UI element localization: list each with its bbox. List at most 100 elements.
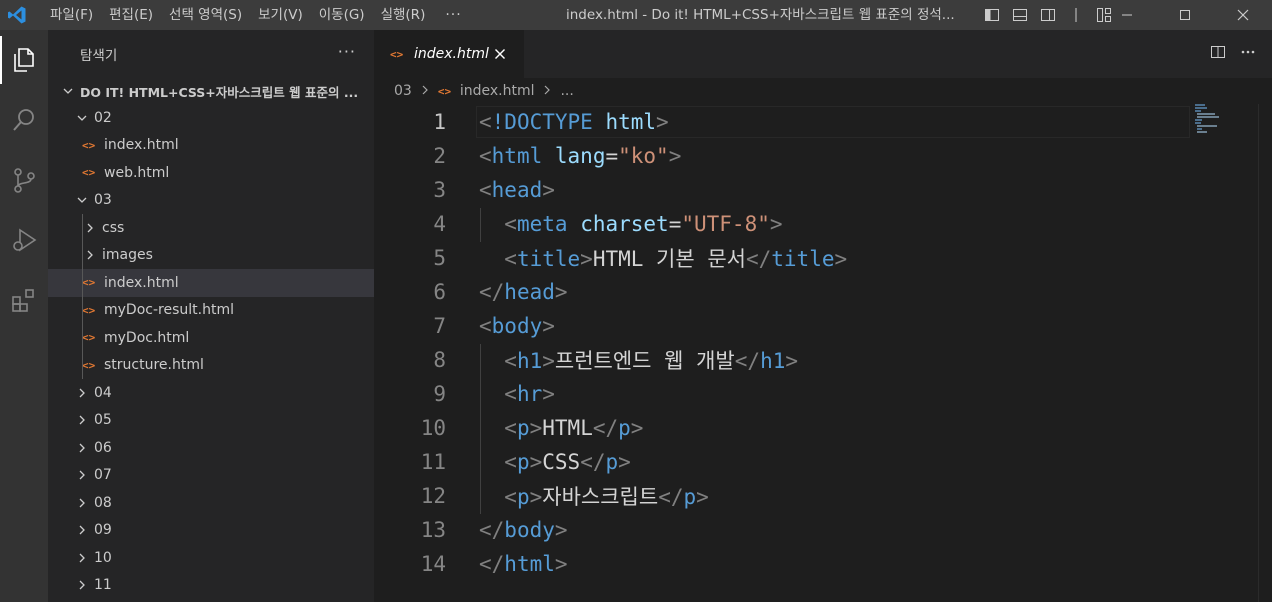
folder-04[interactable]: 04 xyxy=(48,379,374,407)
file-02-index[interactable]: <> index.html xyxy=(48,132,374,160)
code-line: 14 </html> xyxy=(374,547,1272,581)
folder-11[interactable]: 11 xyxy=(48,572,374,600)
chevron-right-icon xyxy=(82,249,98,261)
source-control-icon[interactable] xyxy=(0,150,48,210)
folder-label: 07 xyxy=(94,467,112,484)
file-03-index[interactable]: <> index.html xyxy=(48,269,374,297)
file-label: index.html xyxy=(104,274,179,291)
explorer-more-button[interactable]: ··· xyxy=(338,42,356,61)
chevron-right-icon xyxy=(82,222,98,234)
chevron-right-icon xyxy=(74,524,90,536)
editor-scrollbar[interactable] xyxy=(1258,104,1272,602)
close-icon[interactable] xyxy=(490,44,510,64)
toggle-secondary-sidebar-icon[interactable] xyxy=(1038,5,1058,25)
menu-selection[interactable]: 선택 영역(S) xyxy=(161,0,250,30)
code-line: 2 <html lang="ko"> xyxy=(374,139,1272,173)
tab-label: index.html xyxy=(414,46,489,62)
minimap[interactable] xyxy=(1195,104,1235,134)
indent-guide xyxy=(82,324,83,352)
more-actions-icon[interactable] xyxy=(1240,44,1256,64)
chevron-right-icon xyxy=(74,414,90,426)
workspace-root[interactable]: DO IT! HTML+CSS+자바스크립트 웹 표준의 ... xyxy=(48,78,374,104)
close-icon[interactable] xyxy=(1214,0,1272,30)
breadcrumb-more[interactable]: ... xyxy=(560,83,573,99)
explorer-title: 탐색기 xyxy=(80,48,118,64)
file-03-mydoc[interactable]: <> myDoc.html xyxy=(48,324,374,352)
explorer-icon[interactable] xyxy=(0,30,48,90)
indent-guide xyxy=(82,269,83,297)
chevron-right-icon xyxy=(74,442,90,454)
menu-run[interactable]: 실행(R) xyxy=(373,0,434,30)
html-file-icon: <> xyxy=(82,166,96,180)
code-line: 5 <title>HTML 기본 문서</title> xyxy=(374,241,1272,275)
layout-controls xyxy=(982,0,1114,30)
code-line: 9 <hr> xyxy=(374,377,1272,411)
file-03-structure[interactable]: <> structure.html xyxy=(48,351,374,379)
file-label: myDoc.html xyxy=(104,329,190,346)
folder-02[interactable]: 02 xyxy=(48,104,374,132)
chevron-down-icon xyxy=(74,194,90,206)
split-editor-icon[interactable] xyxy=(1210,44,1226,64)
folder-07[interactable]: 07 xyxy=(48,462,374,490)
breadcrumb-folder[interactable]: 03 xyxy=(394,83,412,99)
minimize-icon[interactable] xyxy=(1098,0,1156,30)
code-line: 6 </head> xyxy=(374,275,1272,309)
extensions-icon[interactable] xyxy=(0,270,48,330)
file-label: structure.html xyxy=(104,357,204,374)
tab-index-html[interactable]: <> index.html xyxy=(374,30,524,78)
file-label: index.html xyxy=(104,137,179,154)
folder-06[interactable]: 06 xyxy=(48,434,374,462)
menu-bar: 파일(F) 편집(E) 선택 영역(S) 보기(V) 이동(G) 실행(R) ·… xyxy=(42,0,474,30)
code-line: 1 <!DOCTYPE html> xyxy=(374,105,1272,139)
line-number: 5 xyxy=(433,246,446,270)
folder-09[interactable]: 09 xyxy=(48,517,374,545)
toggle-primary-sidebar-icon[interactable] xyxy=(982,5,1002,25)
search-icon[interactable] xyxy=(0,90,48,150)
file-02-web[interactable]: <> web.html xyxy=(48,159,374,187)
folder-10[interactable]: 10 xyxy=(48,544,374,572)
breadcrumb: 03 <> index.html ... xyxy=(374,78,1272,104)
line-number: 12 xyxy=(420,484,446,508)
menu-go[interactable]: 이동(G) xyxy=(311,0,373,30)
activity-bar xyxy=(0,30,48,602)
folder-03[interactable]: 03 xyxy=(48,187,374,215)
folder-03-css[interactable]: css xyxy=(48,214,374,242)
run-debug-icon[interactable] xyxy=(0,210,48,270)
folder-03-images[interactable]: images xyxy=(48,241,374,269)
chevron-right-icon xyxy=(74,579,90,591)
menu-file[interactable]: 파일(F) xyxy=(42,0,101,30)
explorer-header: 탐색기 ··· xyxy=(48,30,374,78)
toggle-panel-icon[interactable] xyxy=(1010,5,1030,25)
chevron-right-icon xyxy=(74,497,90,509)
indent-guide xyxy=(82,296,83,324)
breadcrumb-file[interactable]: index.html xyxy=(460,83,535,99)
line-number: 3 xyxy=(433,178,446,202)
maximize-icon[interactable] xyxy=(1156,0,1214,30)
window-controls xyxy=(1098,0,1272,30)
indent-guide xyxy=(82,351,83,379)
html-file-icon: <> xyxy=(390,47,404,61)
folder-label: 10 xyxy=(94,549,112,566)
code-line: 7 <body> xyxy=(374,309,1272,343)
code-line: 13 </body> xyxy=(374,513,1272,547)
chevron-right-icon xyxy=(74,469,90,481)
folder-label: 09 xyxy=(94,522,112,539)
chevron-right-icon xyxy=(74,552,90,564)
file-03-mydoc-result[interactable]: <> myDoc-result.html xyxy=(48,296,374,324)
code-editor[interactable]: 1 <!DOCTYPE html> 2 <html lang="ko"> 3 <… xyxy=(374,104,1272,602)
indent-guide xyxy=(82,241,83,269)
line-number: 11 xyxy=(420,450,446,474)
html-file-icon: <> xyxy=(437,84,452,98)
line-number: 6 xyxy=(433,280,446,304)
line-number: 1 xyxy=(433,110,446,134)
menu-view[interactable]: 보기(V) xyxy=(250,0,311,30)
vscode-logo-icon xyxy=(2,0,32,30)
folder-08[interactable]: 08 xyxy=(48,489,374,517)
folder-label: 03 xyxy=(94,192,112,209)
menu-more-button[interactable]: ··· xyxy=(433,7,473,23)
chevron-right-icon xyxy=(420,83,430,99)
menu-edit[interactable]: 편집(E) xyxy=(101,0,161,30)
folder-05[interactable]: 05 xyxy=(48,407,374,435)
folder-label: css xyxy=(102,219,125,236)
explorer-sidebar: 탐색기 ··· DO IT! HTML+CSS+자바스크립트 웹 표준의 ...… xyxy=(48,30,374,602)
